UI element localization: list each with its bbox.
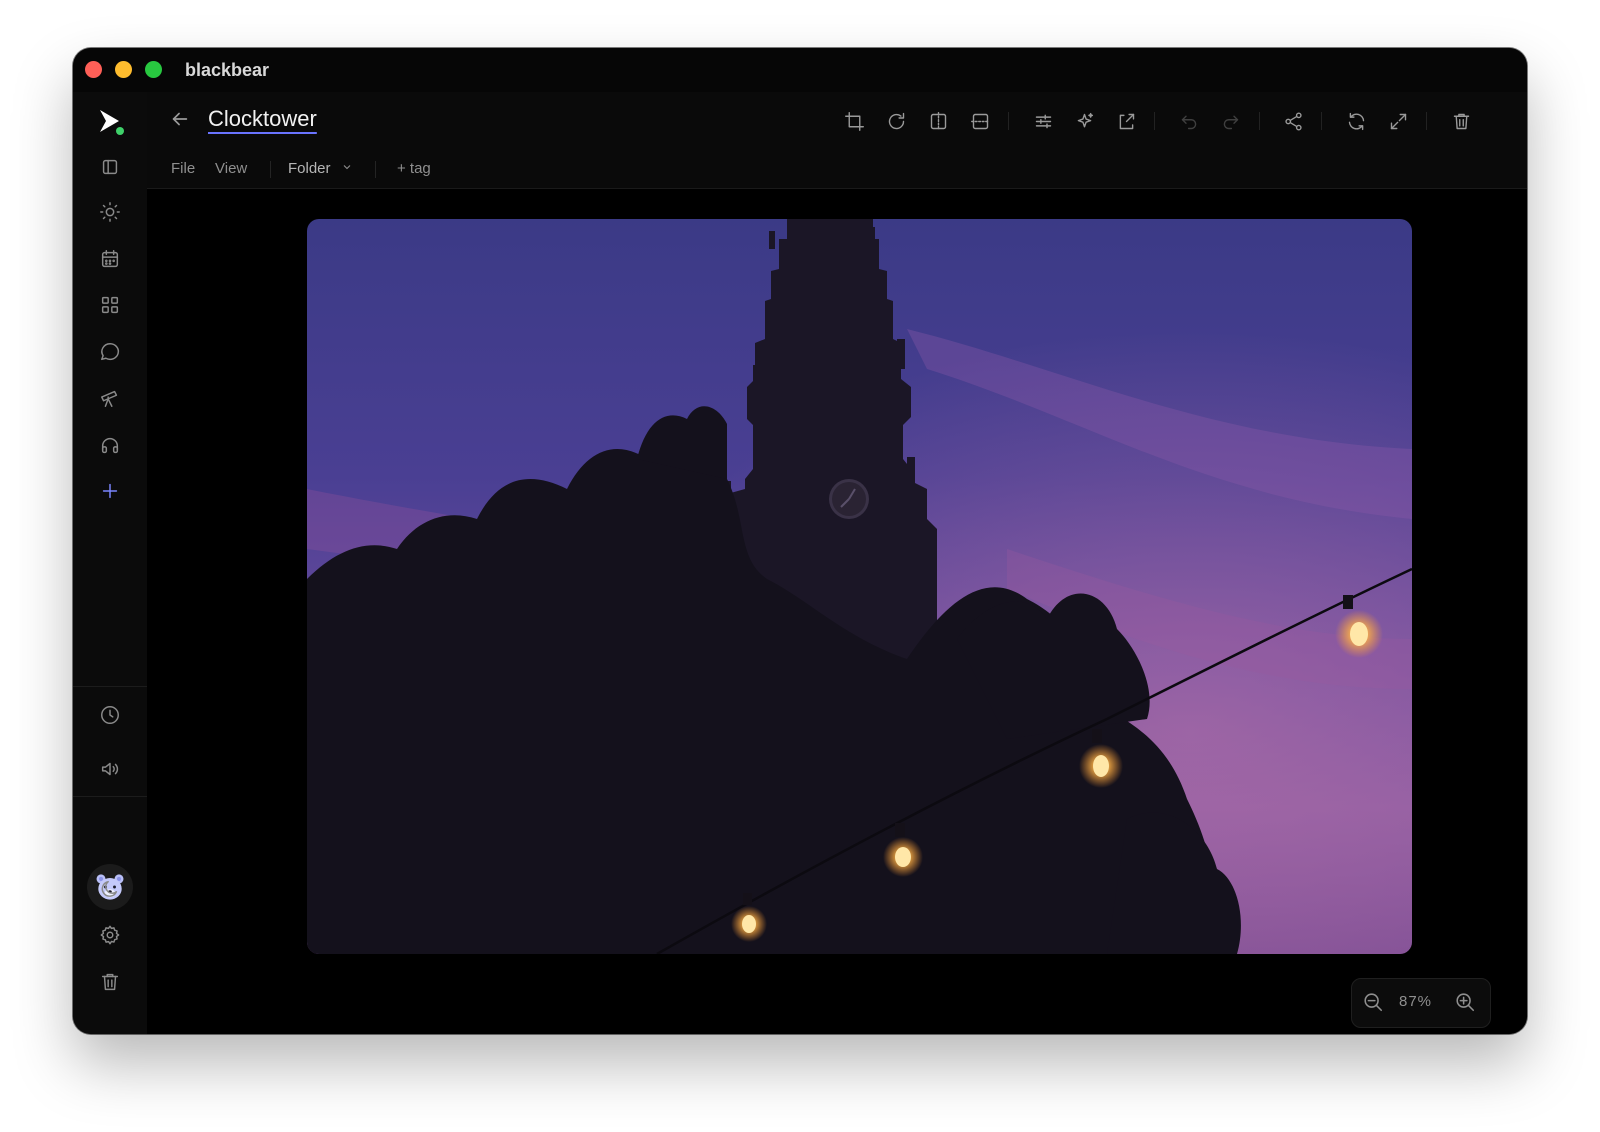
zoom-level: 87% xyxy=(1399,993,1433,1010)
gear-icon[interactable] xyxy=(96,921,124,949)
trash-icon[interactable] xyxy=(96,968,124,996)
title-bar: blackbear xyxy=(73,48,1527,92)
share-icon[interactable] xyxy=(1280,108,1306,134)
photo-canvas[interactable] xyxy=(307,219,1412,954)
zoom-control: 87% xyxy=(1351,978,1491,1028)
redo-icon[interactable] xyxy=(1217,108,1243,134)
toolbar: Clocktower xyxy=(147,92,1527,151)
refresh-icon[interactable] xyxy=(1343,108,1369,134)
zoom-in-icon[interactable] xyxy=(1454,991,1478,1015)
menu-file[interactable]: File xyxy=(171,160,195,177)
telescope-icon[interactable] xyxy=(96,384,124,412)
trash-icon[interactable] xyxy=(1448,108,1474,134)
sidebar xyxy=(73,92,148,1034)
add-tag-button[interactable]: + tag xyxy=(397,160,431,177)
toolbar-separator xyxy=(1008,112,1009,130)
calendar-icon[interactable] xyxy=(96,245,124,273)
menu-bar: File View Folder + tag xyxy=(147,150,1527,189)
undo-icon[interactable] xyxy=(1176,108,1202,134)
sidebar-divider xyxy=(73,686,147,687)
toolbar-separator xyxy=(1259,112,1260,130)
toolbar-separator xyxy=(1321,112,1322,130)
rotate-icon[interactable] xyxy=(883,108,909,134)
adjustments-icon[interactable] xyxy=(1030,108,1056,134)
chevron-down-icon xyxy=(343,165,351,170)
folder-dropdown[interactable]: Folder xyxy=(288,160,353,177)
menu-separator xyxy=(375,161,376,178)
clock-icon[interactable] xyxy=(96,701,124,729)
toolbar-separator xyxy=(1154,112,1155,130)
export-icon[interactable] xyxy=(1113,108,1139,134)
document-title[interactable]: Clocktower xyxy=(208,106,317,132)
sidebar-toggle-icon[interactable] xyxy=(96,153,124,181)
grid-icon[interactable] xyxy=(96,291,124,319)
sparkle-icon[interactable] xyxy=(1071,108,1097,134)
menu-separator xyxy=(270,161,271,178)
flip-horizontal-icon[interactable] xyxy=(925,108,951,134)
zoom-window-button[interactable] xyxy=(145,61,162,78)
fullscreen-icon[interactable] xyxy=(1385,108,1411,134)
toolbar-separator xyxy=(1426,112,1427,130)
app-window: blackbear Clocktower File View Folder + … xyxy=(73,48,1527,1034)
minimize-window-button[interactable] xyxy=(115,61,132,78)
flip-vertical-icon[interactable] xyxy=(967,108,993,134)
app-logo-icon[interactable] xyxy=(95,106,127,138)
close-window-button[interactable] xyxy=(85,61,102,78)
plus-icon[interactable] xyxy=(96,477,124,505)
sidebar-divider xyxy=(73,796,147,797)
back-button[interactable] xyxy=(169,108,195,134)
main-area: Clocktower File View Folder + tag 87% xyxy=(147,92,1527,1034)
speaker-icon[interactable] xyxy=(96,755,124,783)
menu-view[interactable]: View xyxy=(215,160,247,177)
folder-label: Folder xyxy=(288,160,331,177)
app-name: blackbear xyxy=(185,60,270,80)
moon-icon[interactable] xyxy=(96,875,124,903)
zoom-out-icon[interactable] xyxy=(1362,991,1386,1015)
crop-icon[interactable] xyxy=(841,108,867,134)
sun-icon[interactable] xyxy=(96,198,124,226)
chat-bubble-icon[interactable] xyxy=(96,338,124,366)
headphones-icon[interactable] xyxy=(96,431,124,459)
clocktower-photo xyxy=(307,219,1412,954)
